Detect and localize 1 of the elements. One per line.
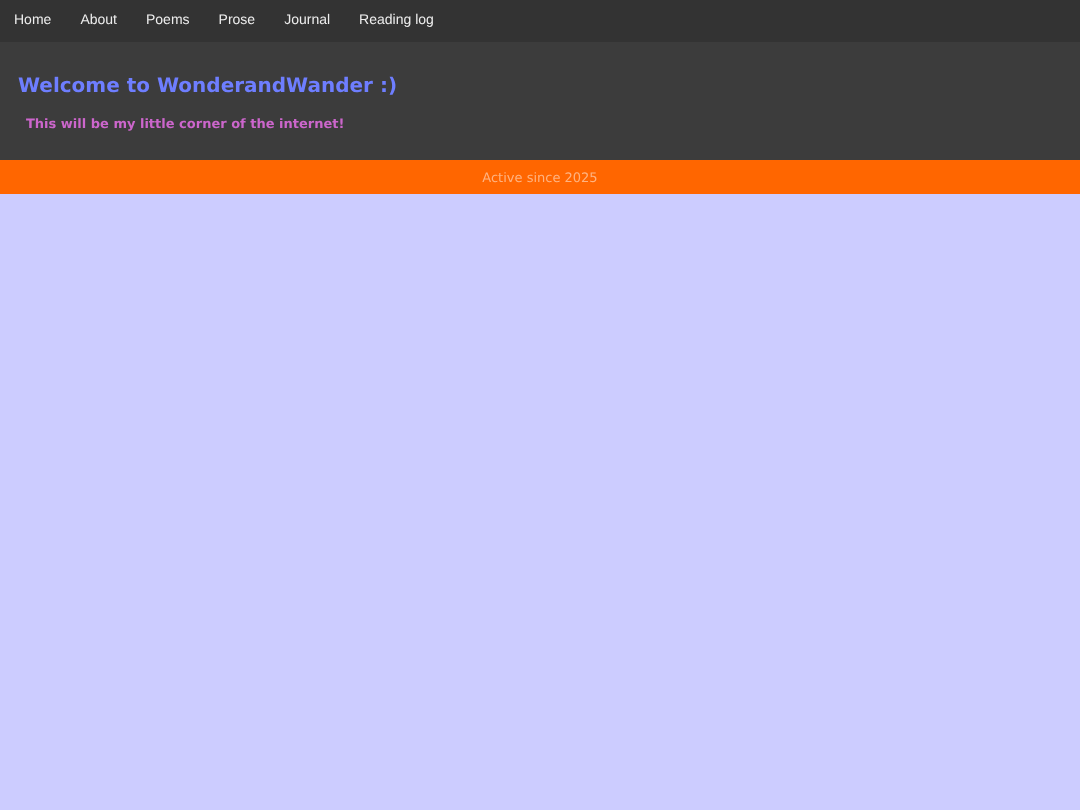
site-title: Welcome to WonderandWander :) [18,76,400,98]
